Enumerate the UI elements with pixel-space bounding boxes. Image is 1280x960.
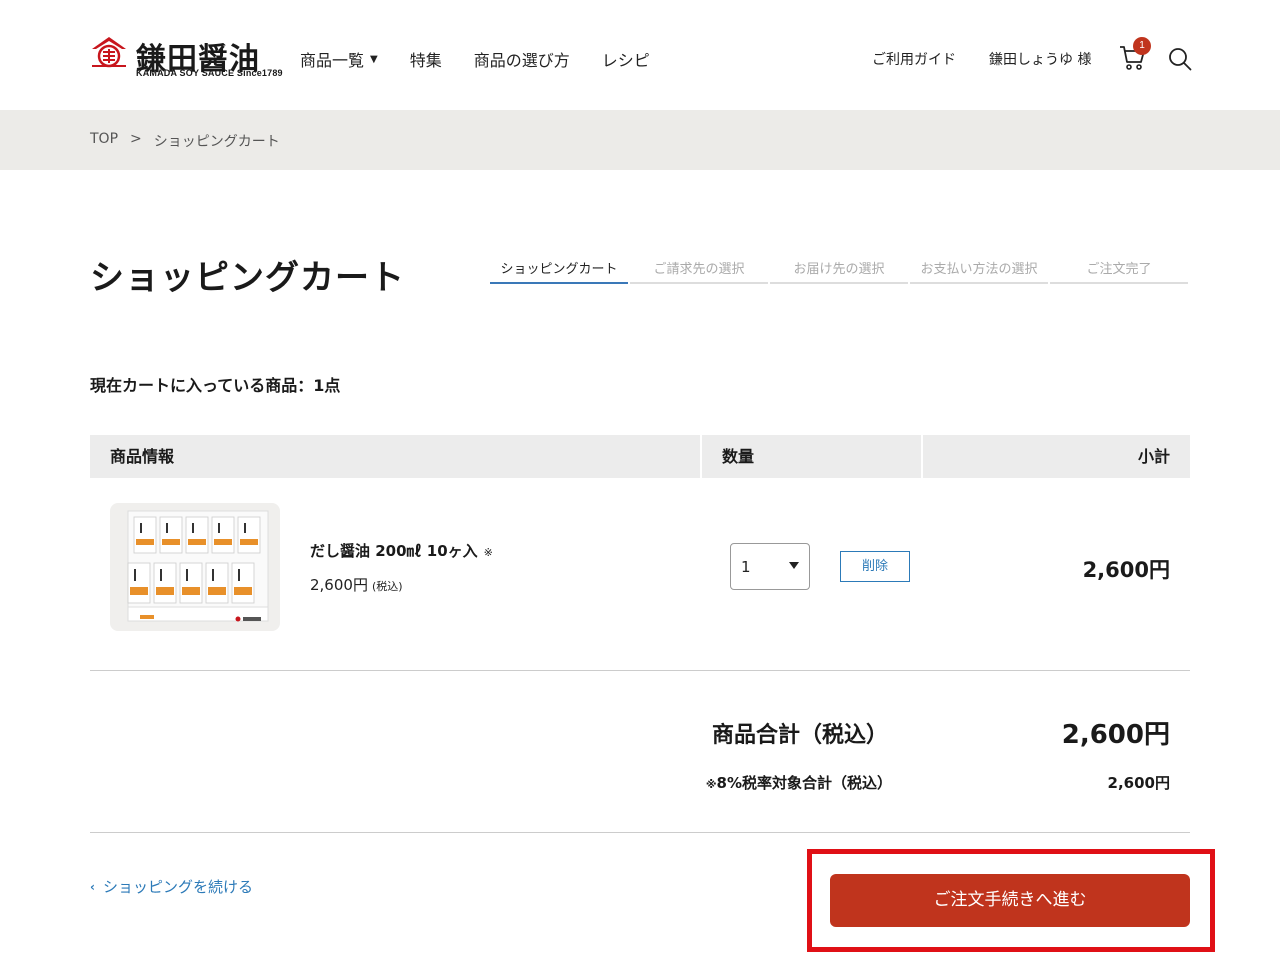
nav-item-label: 商品一覧: [300, 51, 365, 70]
nav-item-label: 特集: [409, 51, 442, 70]
chevron-left-icon: ‹: [90, 879, 95, 894]
tax-rate-value: 2,600円: [1107, 774, 1170, 792]
step-complete: ご注文完了: [1050, 258, 1188, 284]
column-header-info: 商品情報: [90, 435, 700, 478]
product-box-illustration: [127, 510, 269, 622]
nav-item-label: レシピ: [601, 51, 650, 70]
breadcrumb: TOP > ショッピングカート: [90, 131, 280, 151]
divider: [90, 832, 1190, 833]
column-header-qty: 数量: [702, 435, 921, 478]
quantity-select[interactable]: 1: [730, 543, 810, 590]
breadcrumb-current: ショッピングカート: [153, 134, 280, 150]
brand-tagline: KAMADA SOY SAUCE Since1789: [136, 68, 283, 78]
continue-shopping-label: ショッピングを続ける: [102, 878, 253, 896]
main-nav: 商品一覧 ▼ 特集 商品の選び方 レシピ: [300, 47, 682, 71]
checkout-steps: ショッピングカート ご請求先の選択 お届け先の選択 お支払い方法の選択 ご注文完…: [490, 258, 1190, 284]
tax-rate-label-text: 8%税率対象合計（税込）: [716, 774, 892, 792]
item-subtotal: 2,600円: [1082, 558, 1170, 582]
guide-link[interactable]: ご利用ガイド: [872, 49, 956, 69]
breadcrumb-separator: >: [130, 131, 142, 147]
product-price-tax-note: (税込): [371, 580, 403, 593]
delete-button[interactable]: 削除: [840, 551, 910, 582]
product-image[interactable]: [110, 503, 280, 631]
step-cart: ショッピングカート: [490, 258, 628, 284]
site-header: 鎌田醤油 KAMADA SOY SAUCE Since1789 商品一覧 ▼ 特…: [0, 0, 1280, 110]
step-payment: お支払い方法の選択: [910, 258, 1048, 284]
nav-item-products[interactable]: 商品一覧 ▼: [300, 47, 378, 71]
caret-down-icon: ▼: [370, 53, 378, 65]
breadcrumb-top-link[interactable]: TOP: [90, 131, 118, 151]
divider: [90, 670, 1190, 671]
tax-rate-label: ※8%税率対象合計（税込）: [706, 772, 892, 793]
product-name-text: だし醤油 200㎖ 10ヶ入: [310, 542, 478, 560]
total-value: 2,600円: [1061, 720, 1170, 750]
cart-count-label: 現在カートに入っている商品：1点: [90, 376, 341, 395]
cart-count-badge: 1: [1133, 37, 1151, 55]
product-note-mark: ※: [483, 546, 493, 559]
product-price-value: 2,600円: [310, 576, 368, 594]
nav-item-features[interactable]: 特集: [410, 47, 442, 71]
page-title: ショッピングカート: [90, 258, 405, 298]
total-label: 商品合計（税込）: [711, 723, 888, 748]
continue-shopping-link[interactable]: ‹ ショッピングを続ける: [90, 876, 253, 897]
product-price: 2,600円 (税込): [310, 574, 403, 595]
product-name[interactable]: だし醤油 200㎖ 10ヶ入 ※: [310, 540, 493, 561]
nav-item-how-to-choose[interactable]: 商品の選び方: [474, 47, 570, 71]
column-header-subtotal: 小計: [923, 435, 1190, 478]
brand-logo[interactable]: 鎌田醤油 KAMADA SOY SAUCE Since1789: [90, 36, 283, 80]
search-icon[interactable]: [1168, 47, 1192, 71]
user-account-link[interactable]: 鎌田しょうゆ 様: [989, 49, 1091, 69]
quantity-value: 1: [741, 558, 751, 576]
breadcrumb-bar: TOP > ショッピングカート: [0, 110, 1280, 170]
checkout-button[interactable]: ご注文手続きへ進む: [830, 874, 1190, 927]
nav-item-recipes[interactable]: レシピ: [602, 47, 650, 71]
step-billing: ご請求先の選択: [630, 258, 768, 284]
caret-down-icon: [789, 562, 799, 569]
brand-mark-icon: [92, 37, 126, 68]
step-shipping: お届け先の選択: [770, 258, 908, 284]
nav-item-label: 商品の選び方: [473, 51, 570, 70]
tax-note-mark: ※: [705, 778, 717, 791]
